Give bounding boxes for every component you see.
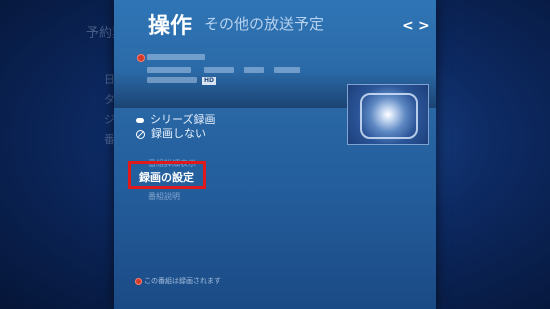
program-title-blurred xyxy=(147,54,205,60)
no-record-icon xyxy=(136,129,145,139)
program-info-blurred xyxy=(274,67,300,73)
program-info-blurred xyxy=(204,67,234,73)
cloud-icon xyxy=(136,117,144,123)
menu-item-ghost-below[interactable]: 番組説明 xyxy=(148,191,180,202)
tv-icon xyxy=(360,93,418,139)
hd-badge: HD xyxy=(202,77,217,85)
program-channel-blurred xyxy=(147,77,197,83)
dialog-title: 操作 xyxy=(148,14,193,39)
footer-status: この番組は録画されます xyxy=(135,276,221,286)
record-status-icon xyxy=(137,54,145,62)
nav-prev-button[interactable]: < xyxy=(402,18,414,34)
dialog-subtitle[interactable]: その他の放送予定 xyxy=(204,13,324,34)
program-info-blurred xyxy=(147,67,191,73)
menu-item-recording-settings[interactable]: 録画の設定 xyxy=(128,161,206,189)
option-do-not-record[interactable]: 録画しない xyxy=(136,125,206,141)
nav-next-button[interactable]: > xyxy=(418,18,430,34)
program-info-blurred xyxy=(244,67,264,73)
program-thumbnail xyxy=(347,84,429,145)
record-dot-icon xyxy=(135,277,142,285)
operation-dialog: 操作 その他の放送予定 < > HD シリーズ録画 録画しない 番組詳細表示 録… xyxy=(114,0,436,309)
